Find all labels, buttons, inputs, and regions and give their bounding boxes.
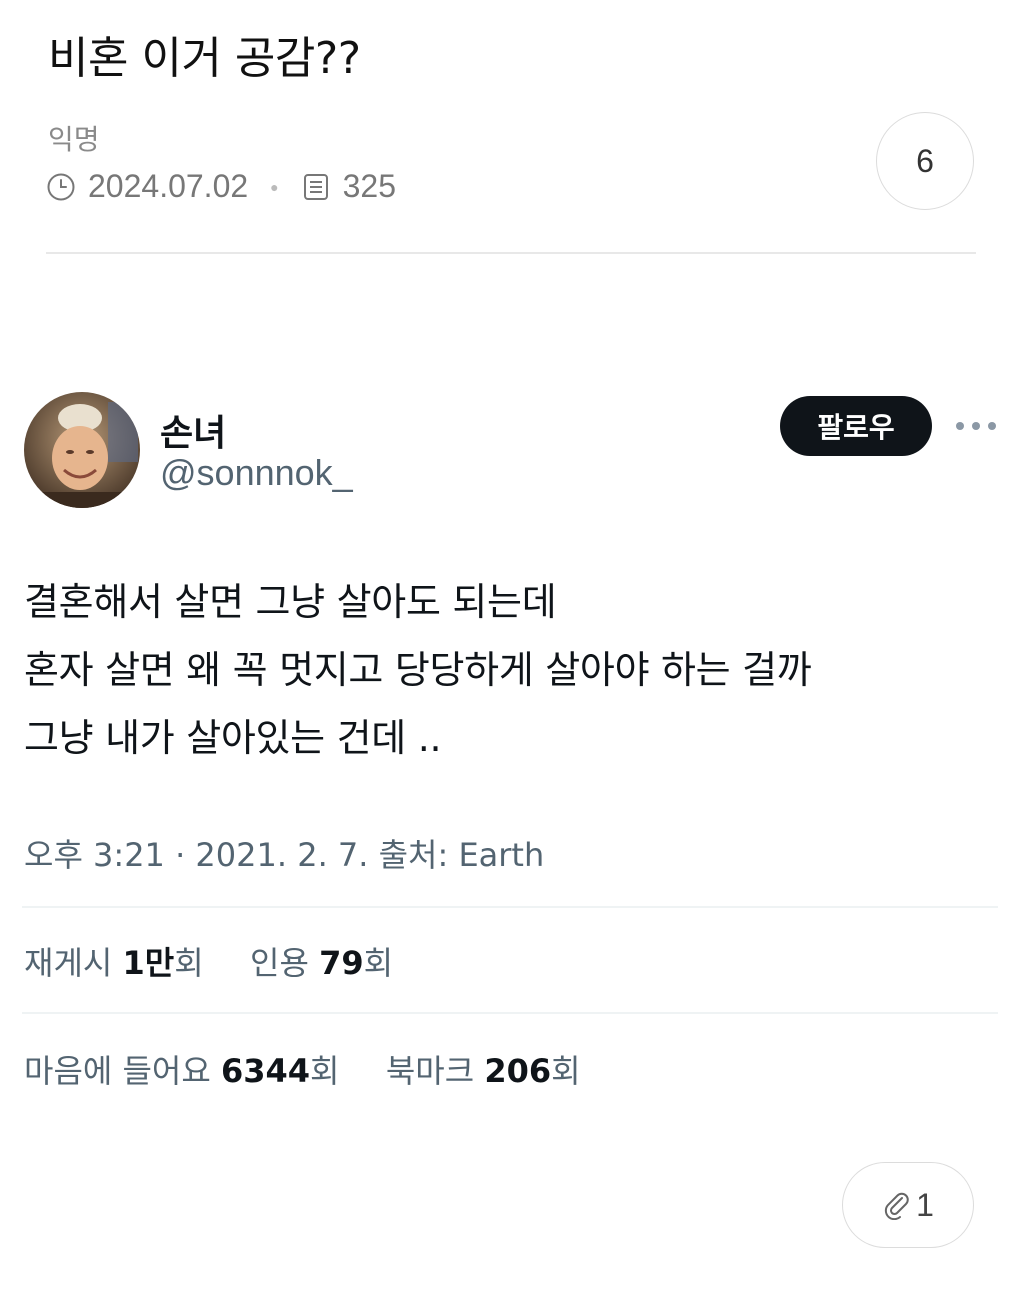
author-name: 익명: [48, 123, 100, 156]
tweet-timestamp: 오후 3:21 · 2021. 2. 7. 출처: Earth: [24, 836, 545, 874]
tweet-divider: [22, 1012, 998, 1014]
tweet-line: 그냥 내가 살아있는 건데 ..: [24, 716, 442, 760]
avatar[interactable]: [24, 392, 140, 508]
quotes-unit: 회: [363, 944, 394, 982]
bookmarks-unit: 회: [551, 1052, 581, 1090]
post-title: 비혼 이거 공감??: [48, 33, 361, 84]
quotes-label: 인용: [250, 944, 309, 982]
meta-separator: ●: [270, 178, 279, 195]
likes-label: 마음에 들어요: [24, 1052, 211, 1090]
attachment-button[interactable]: 1: [842, 1162, 974, 1248]
quotes-value: 79: [319, 944, 364, 982]
likes-unit: 회: [310, 1052, 340, 1090]
post-meta: 2024.07.02 ● 325: [46, 168, 396, 205]
bookmarks-value: 206: [484, 1052, 552, 1090]
attachment-count: 1: [916, 1186, 934, 1223]
retweets-label: 재게시: [24, 944, 113, 982]
post-date: 2024.07.02: [88, 168, 249, 204]
paperclip-icon: [882, 1190, 916, 1220]
retweets-value: 1만: [122, 944, 175, 982]
display-name: 손녀: [160, 413, 227, 454]
post-views: 325: [342, 168, 397, 204]
tweet-divider: [22, 906, 998, 908]
like-stats: 마음에 들어요 6344회 북마크 206회: [24, 1046, 581, 1092]
tweet-line: 혼자 살면 왜 꼭 멋지고 당당하게 살아야 하는 걸까: [24, 648, 812, 692]
follow-button[interactable]: 팔로우: [780, 396, 932, 456]
tweet-line: 결혼해서 살면 그냥 살아도 되는데: [24, 580, 557, 624]
comment-count-button[interactable]: 6: [876, 112, 974, 210]
clock-icon: [46, 172, 76, 202]
document-icon: [301, 172, 331, 202]
bookmarks-label: 북마크: [385, 1052, 475, 1090]
user-handle: @sonnnok_: [160, 452, 353, 493]
more-horizontal-icon[interactable]: [956, 408, 996, 444]
likes-value: 6344: [220, 1052, 311, 1090]
repost-stats: 재게시 1만회 인용 79회: [24, 938, 393, 984]
title-divider: [46, 252, 976, 254]
retweets-unit: 회: [174, 944, 204, 982]
tweet-text: 결혼해서 살면 그냥 살아도 되는데 혼자 살면 왜 꼭 멋지고 당당하게 살아…: [24, 568, 812, 772]
